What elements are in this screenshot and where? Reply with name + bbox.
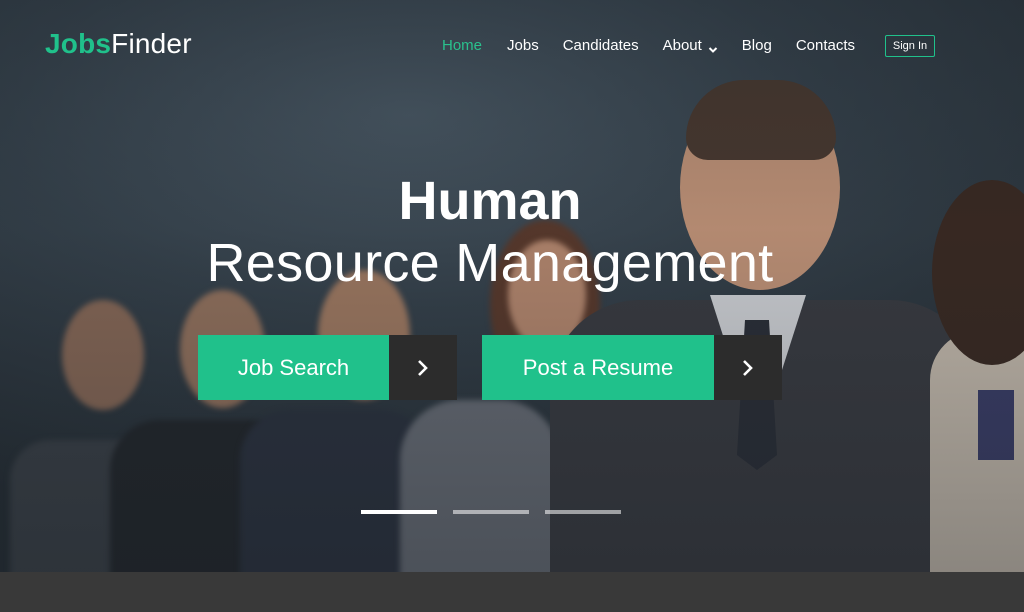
sign-in-button[interactable]: Sign In [885,35,935,57]
nav-item-home[interactable]: Home [442,37,482,54]
nav-item-contacts[interactable]: Contacts [796,37,855,54]
site-logo[interactable]: JobsFinder [45,28,192,60]
footer-strip [0,572,1024,612]
slider-indicators [361,510,621,514]
nav-item-about-label: About [662,37,702,54]
post-resume-label: Post a Resume [482,335,714,400]
job-search-button[interactable]: Job Search [198,335,457,400]
logo-brand-rest: Finder [111,28,192,59]
main-menu: Home Jobs Candidates About Blog Contacts [442,37,855,54]
slide-indicator-1[interactable] [361,510,437,514]
hero-title-line2: Resource Management [206,233,774,293]
nav-item-candidates[interactable]: Candidates [563,37,639,54]
hero-banner: JobsFinder Home Jobs Candidates About Bl… [0,0,1024,572]
nav-item-jobs[interactable]: Jobs [507,37,539,54]
slide-indicator-3[interactable] [545,510,621,514]
nav-item-about[interactable]: About [663,37,718,54]
chevron-right-icon [389,335,457,400]
nav-item-blog[interactable]: Blog [742,37,772,54]
chevron-down-icon [708,42,718,53]
slide-indicator-2[interactable] [453,510,529,514]
chevron-right-icon [714,335,782,400]
logo-brand-bold: Jobs [45,28,112,59]
hero-title-line1: Human [398,171,582,231]
job-search-label: Job Search [198,335,389,400]
top-navigation: JobsFinder Home Jobs Candidates About Bl… [0,0,1024,92]
post-resume-button[interactable]: Post a Resume [482,335,782,400]
